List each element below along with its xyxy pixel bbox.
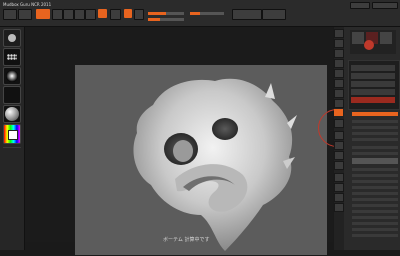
- zsub-button[interactable]: [134, 9, 144, 20]
- document-area: [25, 27, 356, 255]
- palette-item[interactable]: [352, 222, 398, 225]
- palette-item[interactable]: [352, 146, 398, 149]
- subtool-item-2[interactable]: [351, 73, 395, 79]
- subtool-panel: [348, 60, 400, 110]
- rgb-button[interactable]: [110, 9, 121, 20]
- stroke-dots-icon: [7, 54, 17, 60]
- aahalf-icon[interactable]: [334, 79, 344, 88]
- menu-button-right[interactable]: [350, 2, 370, 9]
- top-toolbar: Mudbox Guru NCR 2011: [0, 0, 400, 27]
- left-shelf-divider: [3, 147, 21, 148]
- palette-item[interactable]: [352, 180, 398, 183]
- scroll-icon[interactable]: [334, 49, 344, 58]
- palette-item[interactable]: [352, 204, 398, 207]
- transp-icon[interactable]: [334, 183, 344, 192]
- projection-button[interactable]: [3, 9, 17, 20]
- app-title: Mudbox Guru NCR 2011: [3, 2, 52, 7]
- palette-item[interactable]: [352, 168, 398, 171]
- palette-item[interactable]: [352, 132, 398, 135]
- left-shelf: [0, 27, 25, 250]
- total-points-display: [262, 9, 286, 20]
- horn-top: [265, 83, 275, 99]
- xpose-icon[interactable]: [334, 203, 344, 212]
- zadd-button[interactable]: [124, 9, 132, 18]
- scale-button[interactable]: [74, 9, 85, 20]
- color-picker-icon[interactable]: [3, 124, 21, 144]
- rotate-button[interactable]: [85, 9, 96, 20]
- palette-item[interactable]: [352, 216, 398, 219]
- persp-icon[interactable]: [334, 89, 344, 98]
- subtool-item-active[interactable]: [351, 97, 395, 103]
- subtool-item-4[interactable]: [351, 89, 395, 95]
- brush-slot-icon[interactable]: [3, 29, 21, 47]
- draw-size-slider[interactable]: [148, 18, 184, 21]
- draw-button[interactable]: [52, 9, 63, 20]
- brush-head-icon: [8, 34, 16, 42]
- bpr-icon[interactable]: [334, 29, 344, 38]
- xyz-icon[interactable]: [334, 119, 344, 128]
- eye-socket-right: [212, 118, 238, 140]
- focal-shift-slider[interactable]: [148, 12, 184, 15]
- scale-icon[interactable]: [334, 151, 344, 160]
- eye-ball-left: [173, 140, 193, 162]
- stroke-slot-icon[interactable]: [3, 48, 21, 66]
- palette-item[interactable]: [352, 126, 398, 129]
- mrgb-button[interactable]: [98, 9, 107, 18]
- palette-item[interactable]: [352, 198, 398, 201]
- floor-icon[interactable]: [334, 99, 344, 108]
- move-button[interactable]: [63, 9, 74, 20]
- spix-icon[interactable]: [334, 39, 344, 48]
- active-points-display: [232, 9, 262, 20]
- material-sphere-icon: [5, 107, 19, 121]
- right-shelf: [334, 27, 344, 250]
- palette-item[interactable]: [352, 174, 398, 177]
- solo-icon[interactable]: [334, 193, 344, 202]
- palette-header[interactable]: [352, 112, 398, 116]
- edit-button[interactable]: [36, 9, 50, 19]
- tool-selected-thumbnail[interactable]: [364, 40, 374, 50]
- palette-item[interactable]: [352, 228, 398, 231]
- palette-item[interactable]: [352, 120, 398, 123]
- palette-value-box[interactable]: [352, 158, 398, 164]
- texture-slot-icon[interactable]: [3, 86, 21, 104]
- window-controls[interactable]: [372, 2, 398, 9]
- palette-item[interactable]: [352, 192, 398, 195]
- rotate-icon[interactable]: [334, 161, 344, 170]
- canvas-viewport[interactable]: [75, 65, 327, 255]
- status-text: ボーテム 計算中です: [163, 237, 210, 243]
- tool-thumb-3[interactable]: [380, 32, 392, 44]
- subtool-item-1[interactable]: [351, 65, 395, 71]
- color-swatch-icon: [8, 130, 18, 140]
- palette-item[interactable]: [352, 210, 398, 213]
- subtool-item-3[interactable]: [351, 81, 395, 87]
- local-icon[interactable]: [334, 109, 343, 116]
- actual-icon[interactable]: [334, 69, 344, 78]
- palette-item[interactable]: [352, 152, 398, 155]
- lightbox-button[interactable]: [18, 9, 32, 20]
- zoom-icon[interactable]: [334, 59, 344, 68]
- palette-item[interactable]: [352, 138, 398, 141]
- sculpt-mesh: [133, 78, 297, 252]
- alpha-slot-icon[interactable]: [3, 67, 21, 85]
- move-icon[interactable]: [334, 141, 344, 150]
- tool-thumb-1[interactable]: [352, 32, 364, 44]
- palette-menu-list: [352, 112, 398, 246]
- palette-item[interactable]: [352, 234, 398, 237]
- z-intensity-slider[interactable]: [190, 12, 224, 15]
- alpha-gradient-icon: [6, 70, 18, 82]
- polyf-icon[interactable]: [334, 173, 344, 182]
- palette-item[interactable]: [352, 186, 398, 189]
- material-slot-icon[interactable]: [3, 105, 21, 123]
- frame-icon[interactable]: [334, 131, 344, 140]
